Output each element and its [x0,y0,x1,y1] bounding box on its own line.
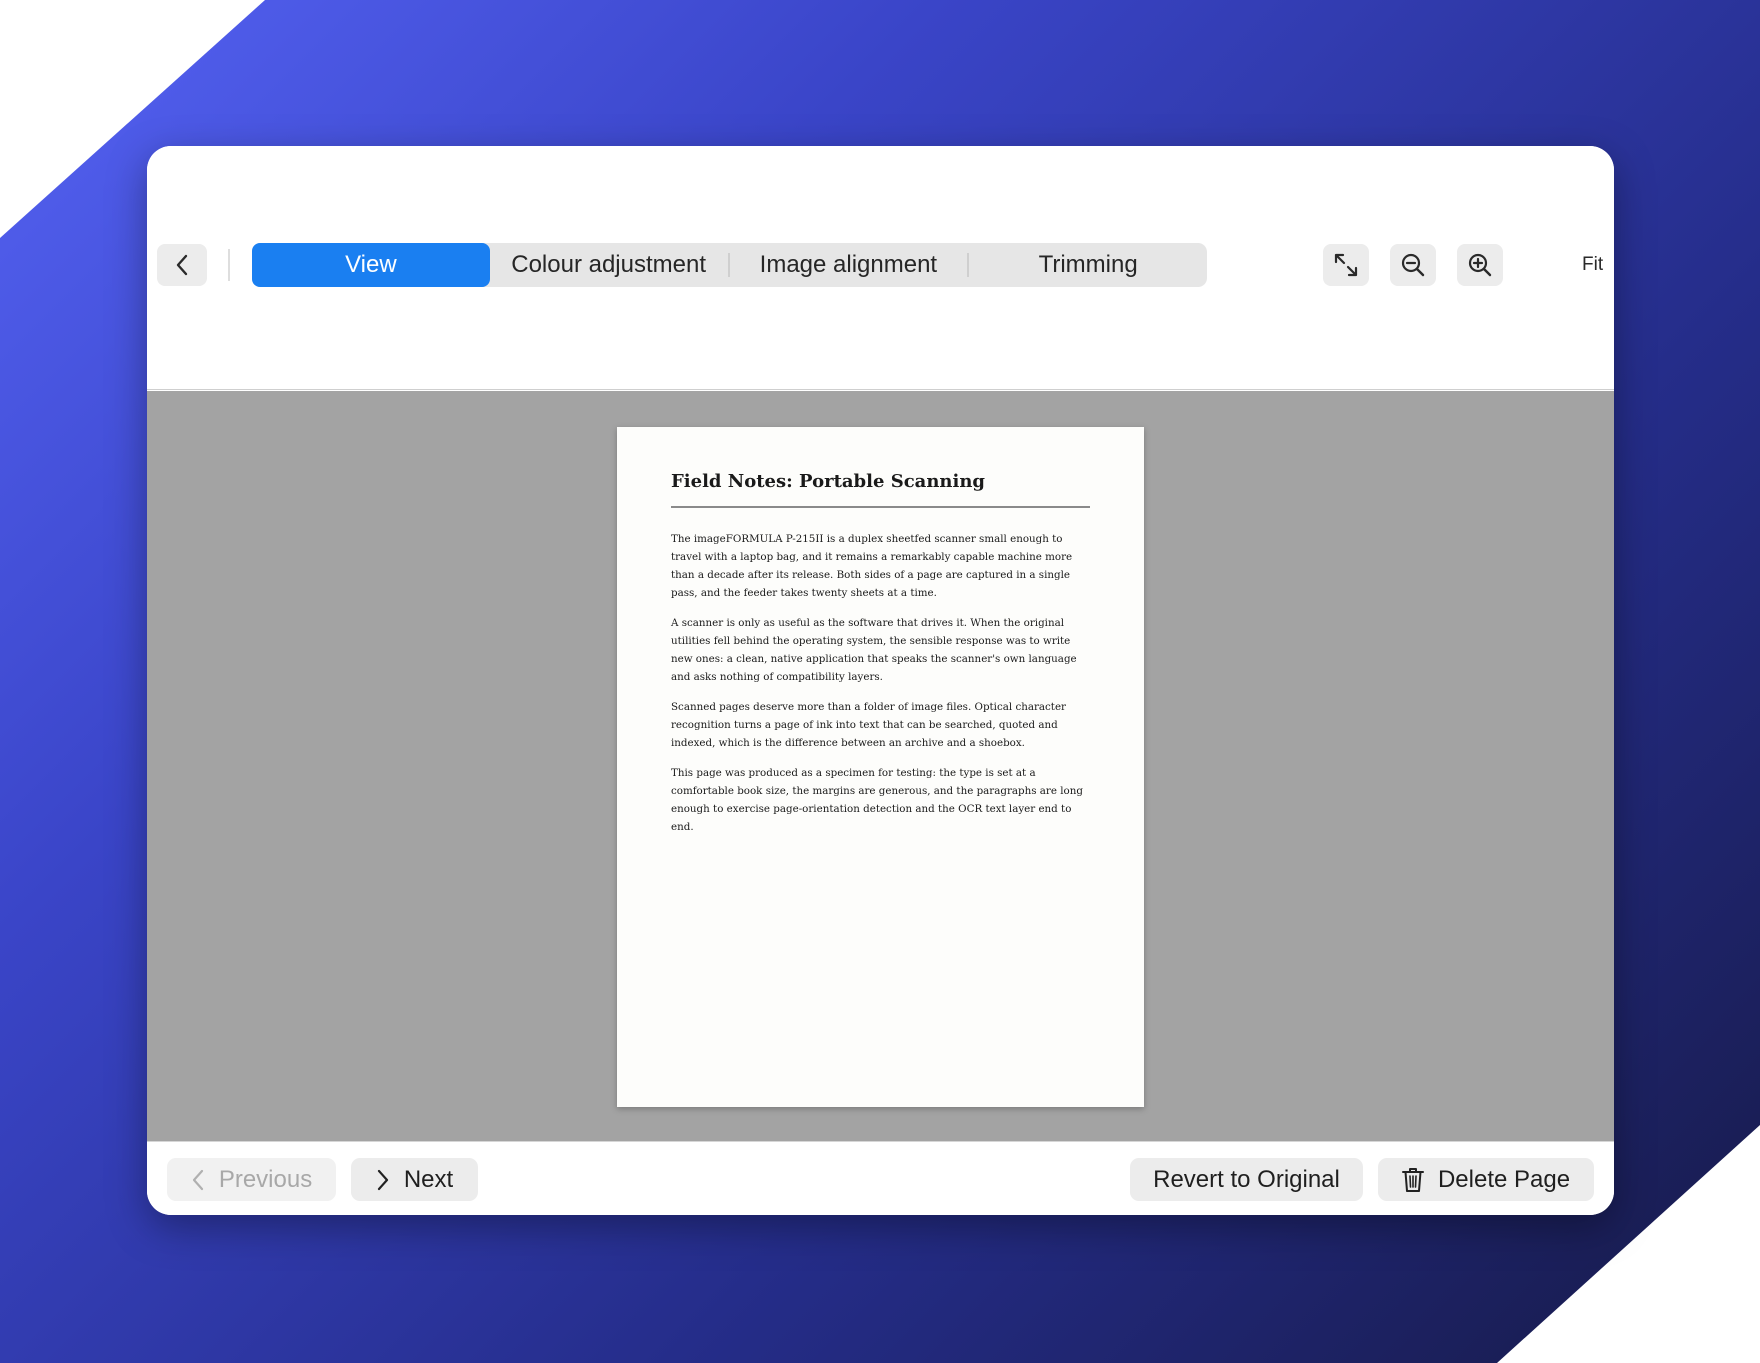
revert-label: Revert to Original [1153,1165,1340,1193]
chevron-left-icon [175,254,189,276]
tab-view[interactable]: View [252,243,490,287]
document-paragraph: Scanned pages deserve more than a folder… [671,701,1066,749]
document-paragraph: This page was produced as a specimen for… [671,767,1083,833]
chevron-right-icon [376,1169,390,1191]
tab-view-label: View [345,251,397,278]
tab-image-alignment-label: Image alignment [759,251,938,278]
toolbar-divider [228,249,230,281]
delete-page-button[interactable]: Delete Page [1378,1158,1594,1201]
zoom-in-icon [1467,252,1493,278]
tab-colour-adjustment-label: Colour adjustment [511,251,706,278]
fit-zoom-button[interactable]: Fit [1582,254,1603,276]
bottom-bar: Previous Next Revert to Original Delete … [147,1141,1614,1215]
scan-editor-window: View Colour adjustment Image alignment T… [147,146,1614,1215]
expand-arrows-icon [1333,252,1359,278]
delete-label: Delete Page [1437,1165,1571,1193]
tab-trimming-label: Trimming [1038,251,1138,278]
previous-label: Previous [218,1165,313,1193]
trash-icon [1401,1167,1424,1193]
document-title: Field Notes: Portable Scanning [671,471,1090,508]
zoom-out-icon [1400,252,1426,278]
page-viewer: Field Notes: Portable Scanning The image… [147,391,1614,1141]
chevron-left-icon [191,1169,205,1191]
mode-tabs: View Colour adjustment Image alignment T… [252,243,1207,287]
next-label: Next [403,1165,454,1193]
tab-trimming[interactable]: Trimming [969,243,1207,287]
zoom-out-button[interactable] [1390,244,1436,286]
document-paragraph: A scanner is only as useful as the softw… [671,617,1077,683]
revert-to-original-button[interactable]: Revert to Original [1130,1158,1363,1201]
scanned-page: Field Notes: Portable Scanning The image… [617,427,1144,1107]
tab-image-alignment[interactable]: Image alignment [730,243,968,287]
toolbar: View Colour adjustment Image alignment T… [147,146,1614,390]
tab-colour-adjustment[interactable]: Colour adjustment [490,243,728,287]
back-button[interactable] [157,244,207,286]
next-button[interactable]: Next [351,1158,478,1201]
previous-button[interactable]: Previous [167,1158,336,1201]
zoom-in-button[interactable] [1457,244,1503,286]
fullscreen-button[interactable] [1323,244,1369,286]
document-paragraph: The imageFORMULA P-215II is a duplex she… [671,533,1073,599]
